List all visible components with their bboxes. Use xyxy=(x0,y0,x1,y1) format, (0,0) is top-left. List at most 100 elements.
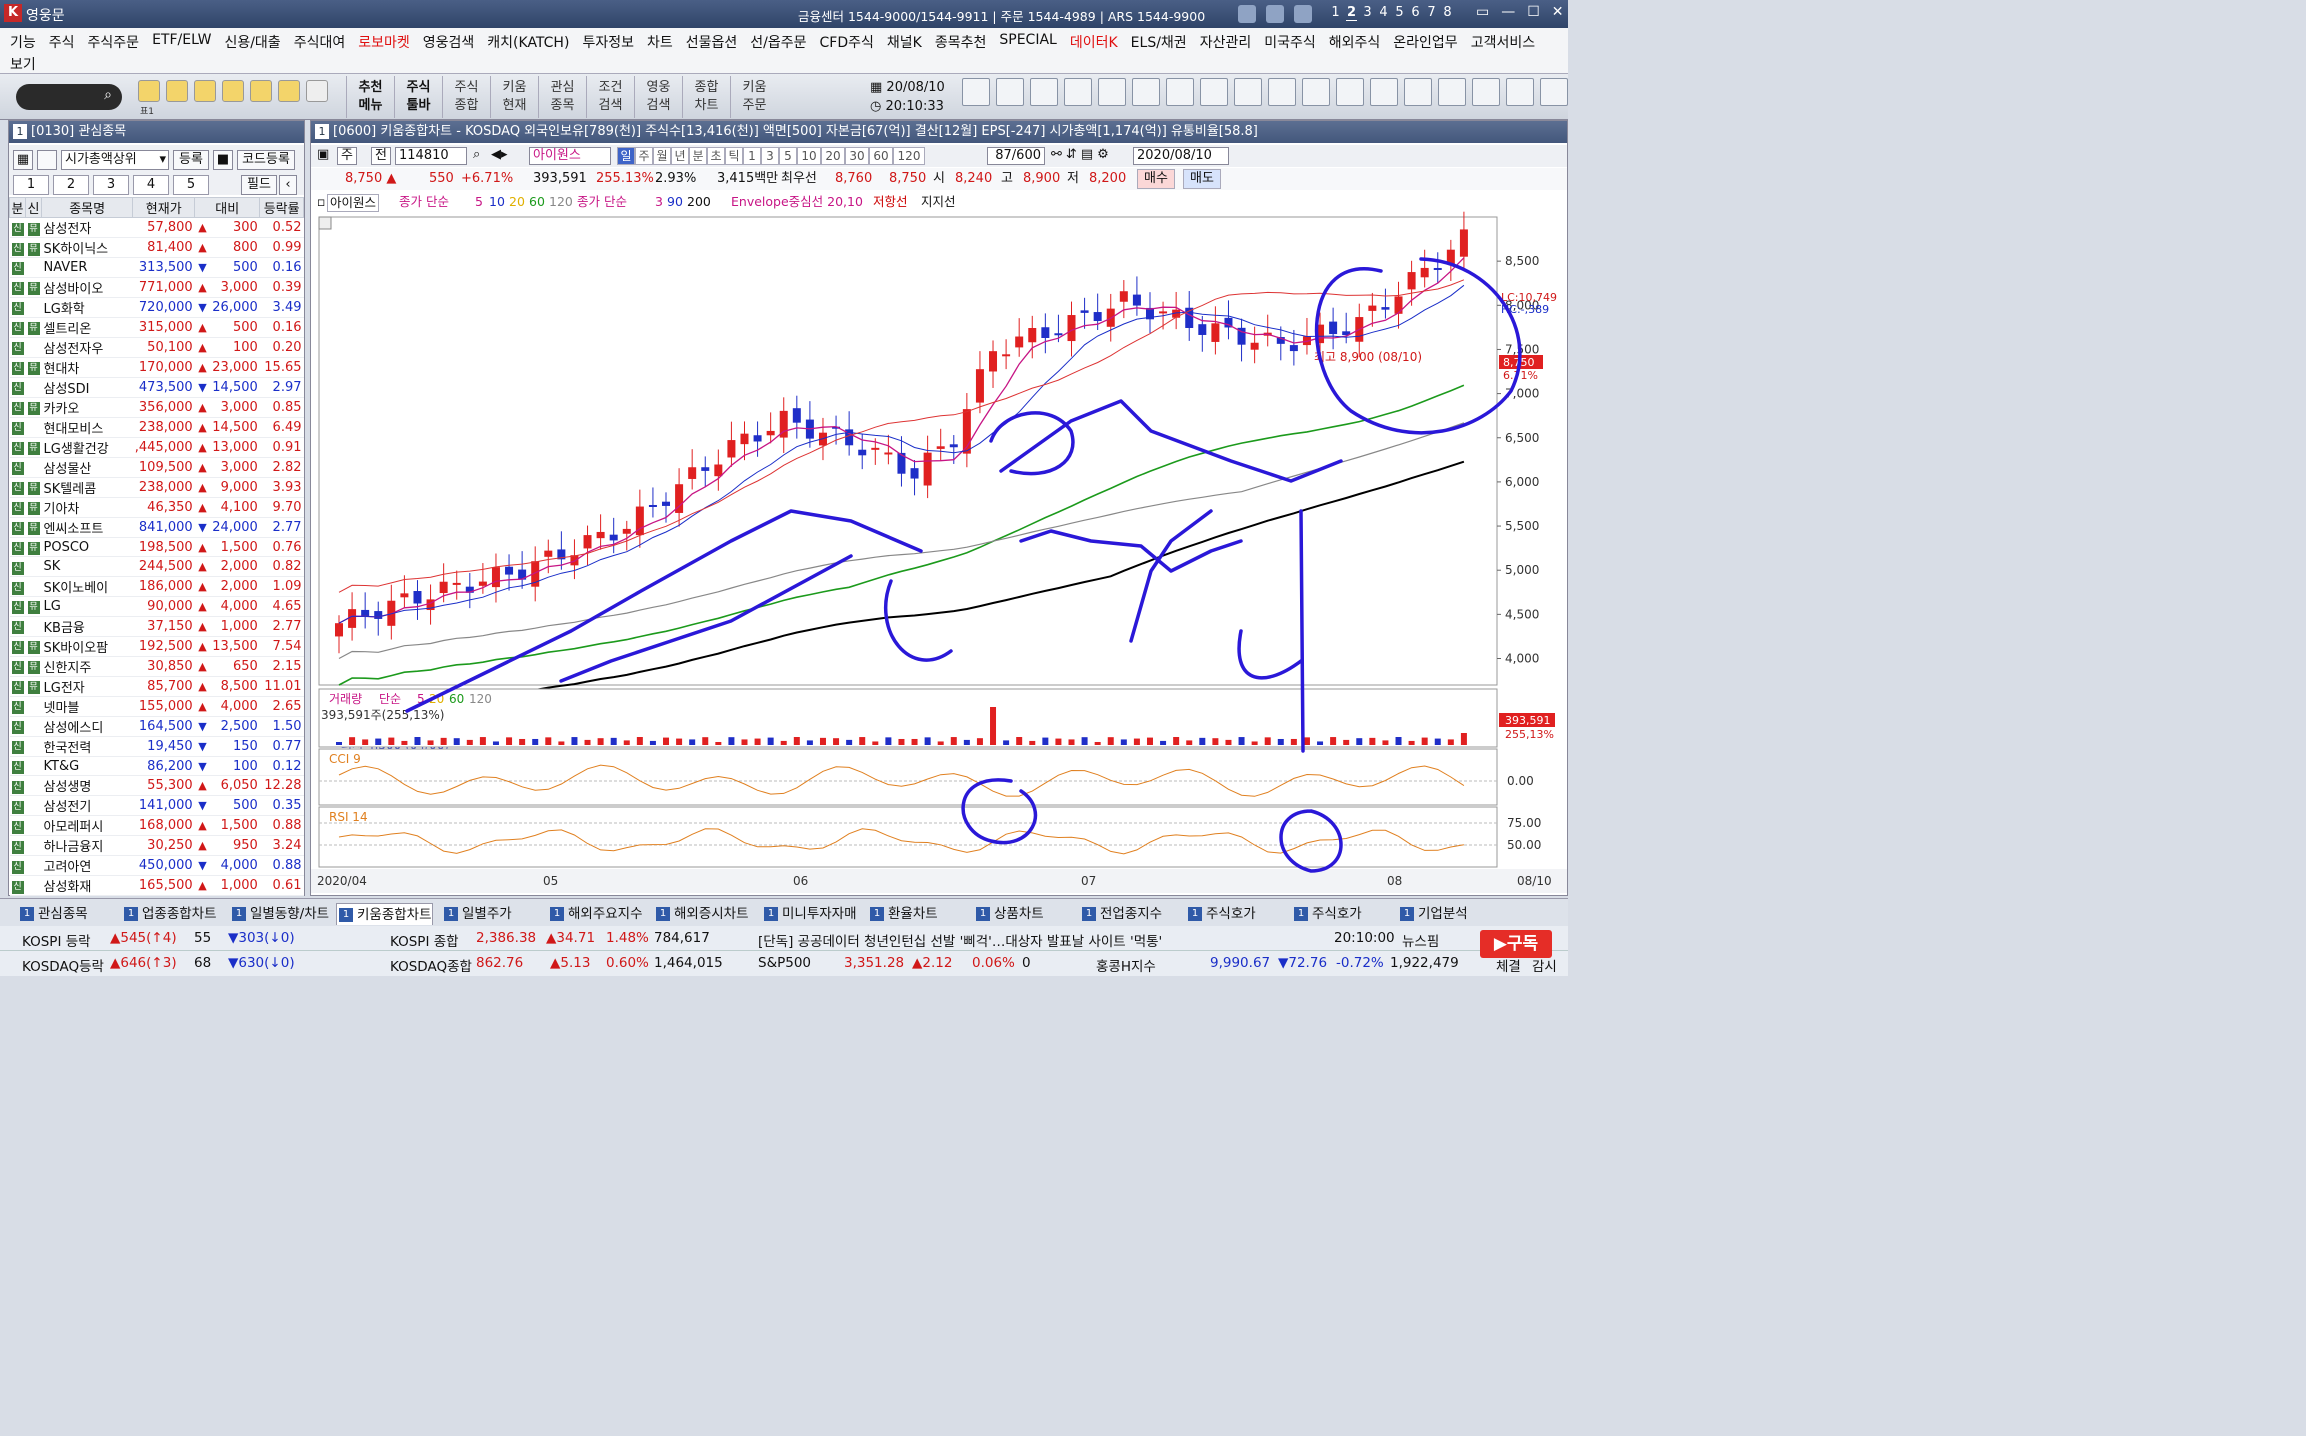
menu-item-5[interactable]: 주식대여 xyxy=(294,32,346,52)
table-row[interactable]: 신 삼성SDI 473,500 ▼ 14,500 2.97 xyxy=(9,377,304,398)
menu-item-18[interactable]: ELS/채권 xyxy=(1131,32,1187,52)
table-row[interactable]: 신 뮤 LG전자 85,700 ▲ 8,500 11.01 xyxy=(9,676,304,697)
table-row[interactable]: 신 뮤 신한지주 30,850 ▲ 650 2.15 xyxy=(9,656,304,677)
home-icon[interactable] xyxy=(1294,5,1312,23)
bottom-tab-1[interactable]: 1 업종종합차트 xyxy=(122,903,217,925)
table-row[interactable]: 신 삼성전기 141,000 ▼ 500 0.35 xyxy=(9,795,304,817)
table-row[interactable]: 신 SK 244,500 ▲ 2,000 0.82 xyxy=(9,556,304,578)
stock-name[interactable]: 삼성에스디 xyxy=(41,716,133,737)
menu-item-6[interactable]: 로보마켓 xyxy=(358,32,410,52)
toolbar-button-2[interactable]: 주식 종합 xyxy=(442,76,490,118)
table-row[interactable]: 신 KB금융 37,150 ▲ 1,000 2.77 xyxy=(9,616,304,637)
menu-item-4[interactable]: 신용/대출 xyxy=(224,32,280,52)
screen-number-5[interactable]: 5 xyxy=(1394,5,1405,21)
screen-number-1[interactable]: 1 xyxy=(1330,5,1341,21)
period-button-5[interactable]: 5 xyxy=(779,147,797,165)
toolbar-button-0[interactable]: 추천 메뉴 xyxy=(346,76,394,118)
cursor-icon[interactable] xyxy=(1132,78,1160,106)
period-button-120[interactable]: 120 xyxy=(893,147,925,165)
f00-icon[interactable] xyxy=(1064,78,1092,106)
table-row[interactable]: 신 뮤 현대차 170,000 ▲ 23,000 15.65 xyxy=(9,357,304,378)
period-button-주[interactable]: 주 xyxy=(635,147,653,165)
grid-icon[interactable] xyxy=(996,78,1024,106)
sell-button[interactable]: 매도 xyxy=(1183,169,1221,189)
data-count[interactable]: 87/600 xyxy=(987,147,1045,165)
gear-icon[interactable] xyxy=(306,80,328,102)
arrow-down-icon[interactable] xyxy=(1336,78,1364,106)
menu-item-3[interactable]: ETF/ELW xyxy=(152,32,211,52)
sort-select[interactable]: 시가총액상위 ▾ xyxy=(61,150,169,170)
table-row[interactable]: 신 뮤 카카오 356,000 ▲ 3,000 0.85 xyxy=(9,397,304,418)
menu-search-input[interactable]: ⌕ xyxy=(16,84,122,110)
toolbar-button-5[interactable]: 조건 검색 xyxy=(586,76,634,118)
menu-item-0[interactable]: 기능 xyxy=(10,32,36,52)
bottom-tab-6[interactable]: 1 해외증시차트 xyxy=(654,903,749,925)
column-header[interactable]: 현재가 xyxy=(132,197,196,218)
stock-name[interactable]: 아모레퍼시 xyxy=(41,815,133,837)
table-row[interactable]: 신 삼성전자우 50,100 ▲ 100 0.20 xyxy=(9,337,304,358)
code-register-button[interactable]: 코드등록 xyxy=(237,150,295,170)
period-button-3[interactable]: 3 xyxy=(761,147,779,165)
period-button-60[interactable]: 60 xyxy=(869,147,893,165)
stock-name[interactable]: LG전자 xyxy=(41,676,133,697)
table-row[interactable]: 신 삼성물산 109,500 ▲ 3,000 2.82 xyxy=(9,457,304,478)
period-button-20[interactable]: 20 xyxy=(821,147,845,165)
stock-name[interactable]: 삼성전자우 xyxy=(41,337,133,358)
stock-name[interactable]: 카카오 xyxy=(41,397,133,418)
chart-menu-icon[interactable]: ▣ xyxy=(317,147,329,162)
gear-icon[interactable]: ⚙ xyxy=(1097,147,1109,162)
bottom-tab-7[interactable]: 1 미니투자자매 xyxy=(762,903,857,925)
menu-item-11[interactable]: 선물옵션 xyxy=(686,32,738,52)
watchlist-page-2[interactable]: 2 xyxy=(53,175,89,195)
table-row[interactable]: 신 뮤 셀트리온 315,000 ▲ 500 0.16 xyxy=(9,317,304,338)
bottom-tab-0[interactable]: 1 관심종목 xyxy=(18,903,88,925)
settings-icon[interactable] xyxy=(1030,78,1058,106)
stock-name[interactable]: 삼성생명 xyxy=(41,775,133,797)
stock-name[interactable]: 삼성SDI xyxy=(41,377,133,398)
search-icon[interactable]: ⌕ xyxy=(104,87,112,103)
eraser-icon[interactable] xyxy=(1438,78,1466,106)
stock-name[interactable]: 넷마블 xyxy=(41,696,133,717)
field-button[interactable]: 필드 xyxy=(241,175,277,195)
minimize-icon[interactable]: — xyxy=(1501,4,1515,20)
period-select[interactable]: 주 xyxy=(337,147,357,165)
table-row[interactable]: 신 뮤 엔씨소프트 841,000 ▼ 24,000 2.77 xyxy=(9,517,304,538)
stock-name[interactable]: 아이원스 xyxy=(529,147,611,165)
stock-name[interactable]: 기아차 xyxy=(41,497,133,518)
table-row[interactable]: 신 넷마블 155,000 ▲ 4,000 2.65 xyxy=(9,696,304,717)
menu-item-1[interactable]: 주식 xyxy=(49,32,75,52)
stock-name[interactable]: LG화학 xyxy=(41,297,133,318)
table-row[interactable]: 신 NAVER 313,500 ▼ 500 0.16 xyxy=(9,257,304,278)
prev-select[interactable]: 전 xyxy=(371,147,391,165)
stock-name[interactable]: 엔씨소프트 xyxy=(41,517,133,538)
grid-icon[interactable]: ▦ xyxy=(13,150,33,170)
menu-item-22[interactable]: 온라인업무 xyxy=(1393,32,1457,52)
stock-name[interactable]: 한국전력 xyxy=(41,736,133,757)
table-row[interactable]: 신 뮤 삼성바이오 771,000 ▲ 3,000 0.39 xyxy=(9,277,304,298)
menu-item-20[interactable]: 미국주식 xyxy=(1264,32,1316,52)
stock-name[interactable]: KB금융 xyxy=(41,616,133,637)
table-row[interactable]: 신 뮤 LG 90,000 ▲ 4,000 4.65 xyxy=(9,596,304,617)
chart-date-input[interactable]: 2020/08/10 xyxy=(1133,147,1229,165)
shield-icon[interactable] xyxy=(1238,5,1256,23)
trend-icon[interactable] xyxy=(1200,78,1228,106)
period-button-분[interactable]: 분 xyxy=(689,147,707,165)
table-row[interactable]: 신 뮤 SK바이오팜 192,500 ▲ 13,500 7.54 xyxy=(9,636,304,657)
toolbar-button-6[interactable]: 영웅 검색 xyxy=(634,76,682,118)
period-button-초[interactable]: 초 xyxy=(707,147,725,165)
chevron-left-icon[interactable]: ‹ xyxy=(279,175,297,195)
menu-item-view[interactable]: 보기 xyxy=(10,54,36,74)
stock-name[interactable]: 삼성바이오 xyxy=(41,277,133,298)
stock-name[interactable]: SK이노베이 xyxy=(41,576,133,598)
period-button-틱[interactable]: 틱 xyxy=(725,147,743,165)
stock-name[interactable]: 현대모비스 xyxy=(41,417,133,438)
bottom-tab-13[interactable]: 1 기업분석 xyxy=(1398,903,1468,925)
stock-name[interactable]: POSCO xyxy=(41,537,133,558)
all-eraser-icon[interactable] xyxy=(1472,78,1500,106)
save-icon[interactable]: ▤ xyxy=(1081,147,1093,162)
link-icon[interactable]: ⚯ xyxy=(1051,147,1062,162)
column-header[interactable]: 종목명 xyxy=(40,197,134,218)
period-button-1[interactable]: 1 xyxy=(743,147,761,165)
screen-number-2[interactable]: 2 xyxy=(1346,5,1357,21)
screen-number-8[interactable]: 8 xyxy=(1442,5,1453,21)
